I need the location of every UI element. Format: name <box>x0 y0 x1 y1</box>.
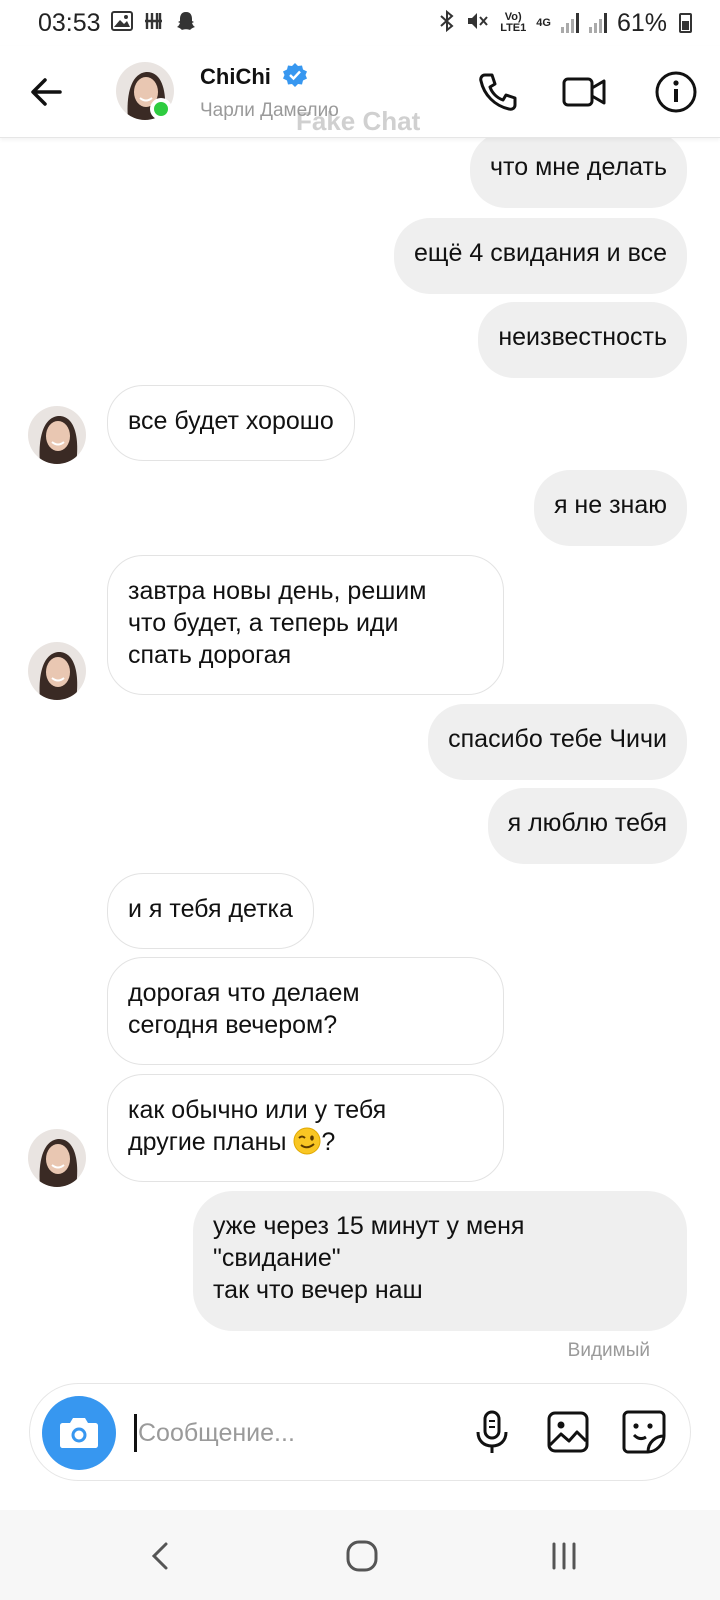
message-incoming[interactable]: завтра новы день, решим что будет, а теп… <box>107 555 504 695</box>
message-composer <box>29 1383 691 1481</box>
camera-icon <box>60 1418 98 1448</box>
chat-header: ChiChi Чарли Дамелио Fake Chat <box>0 46 720 138</box>
chevron-left-icon <box>151 1542 168 1570</box>
camera-button[interactable] <box>42 1396 116 1470</box>
seen-status: Видимый <box>567 1340 650 1361</box>
gallery-button[interactable] <box>544 1408 592 1456</box>
status-right: Vo) LTE1 4G 61% <box>438 9 692 38</box>
call-button[interactable] <box>476 70 520 114</box>
message-incoming[interactable]: и я тебя детка <box>107 873 314 949</box>
message-text: как обычно или у тебя другие планы <box>128 1096 387 1156</box>
message-outgoing[interactable]: спасибо тебе Чичи <box>428 704 687 780</box>
watermark: Fake Chat <box>296 106 421 136</box>
gallery-notification-icon <box>110 11 133 35</box>
message-outgoing[interactable]: я не знаю <box>533 470 687 546</box>
message-outgoing[interactable]: уже через 15 минут у меня "свидание" так… <box>193 1191 687 1331</box>
bluetooth-icon <box>438 9 456 37</box>
message-outgoing[interactable]: неизвестность <box>478 302 687 378</box>
message-incoming[interactable]: дорогая что делаем сегодня вечером? <box>107 957 504 1065</box>
volte-indicator: Vo) LTE1 <box>500 12 526 34</box>
volte-bottom: LTE1 <box>500 22 527 34</box>
app-notification-icon <box>143 10 165 36</box>
sticker-button[interactable] <box>620 1408 668 1456</box>
sticker-face-icon <box>622 1410 666 1454</box>
network-type: 4G <box>536 16 551 29</box>
message-text-end: ? <box>321 1128 336 1156</box>
info-button[interactable] <box>654 70 698 114</box>
message-outgoing[interactable]: что мне делать <box>470 132 687 208</box>
status-time: 03:53 <box>38 8 101 37</box>
recents-icon <box>552 1542 576 1570</box>
system-navigation-bar <box>0 1510 720 1600</box>
back-button[interactable] <box>28 72 68 112</box>
status-left: 03:53 <box>38 9 197 38</box>
voice-message-button[interactable] <box>468 1408 516 1456</box>
contact-name[interactable]: ChiChi <box>200 64 271 90</box>
text-cursor <box>134 1414 137 1452</box>
message-input[interactable] <box>138 1410 438 1456</box>
battery-percent: 61% <box>616 8 667 37</box>
arrow-left-icon <box>31 78 62 106</box>
mute-icon <box>466 10 490 36</box>
system-recents-button[interactable] <box>542 1534 586 1578</box>
chat-screen: 03:53 Vo) LTE1 4G 61% ChiChi Чарли Дамел… <box>0 0 720 1600</box>
verified-badge-icon <box>283 63 307 87</box>
status-bar: 03:53 Vo) LTE1 4G 61% <box>0 0 720 46</box>
system-back-button[interactable] <box>140 1534 184 1578</box>
message-outgoing[interactable]: я люблю тебя <box>487 788 687 864</box>
home-icon <box>346 1540 378 1572</box>
system-home-button[interactable] <box>340 1534 384 1578</box>
sender-avatar[interactable] <box>28 1129 86 1187</box>
message-incoming[interactable]: как обычно или у тебя другие планы ? <box>107 1074 504 1182</box>
phone-icon <box>479 73 517 111</box>
video-camera-icon <box>562 77 606 107</box>
snapchat-notification-icon <box>175 10 197 36</box>
message-outgoing[interactable]: ещё 4 свидания и все <box>394 218 687 294</box>
battery-icon <box>679 13 692 33</box>
video-call-button[interactable] <box>562 70 606 114</box>
info-icon <box>655 71 697 113</box>
image-icon <box>547 1411 589 1453</box>
signal-icon-1 <box>560 13 579 33</box>
sender-avatar[interactable] <box>28 406 86 464</box>
message-incoming[interactable]: все будет хорошо <box>107 385 355 461</box>
microphone-icon <box>476 1410 508 1453</box>
winking-face-icon <box>293 1127 321 1155</box>
online-status-dot <box>150 98 172 120</box>
signal-icon-2 <box>588 13 607 33</box>
sender-avatar[interactable] <box>28 642 86 700</box>
